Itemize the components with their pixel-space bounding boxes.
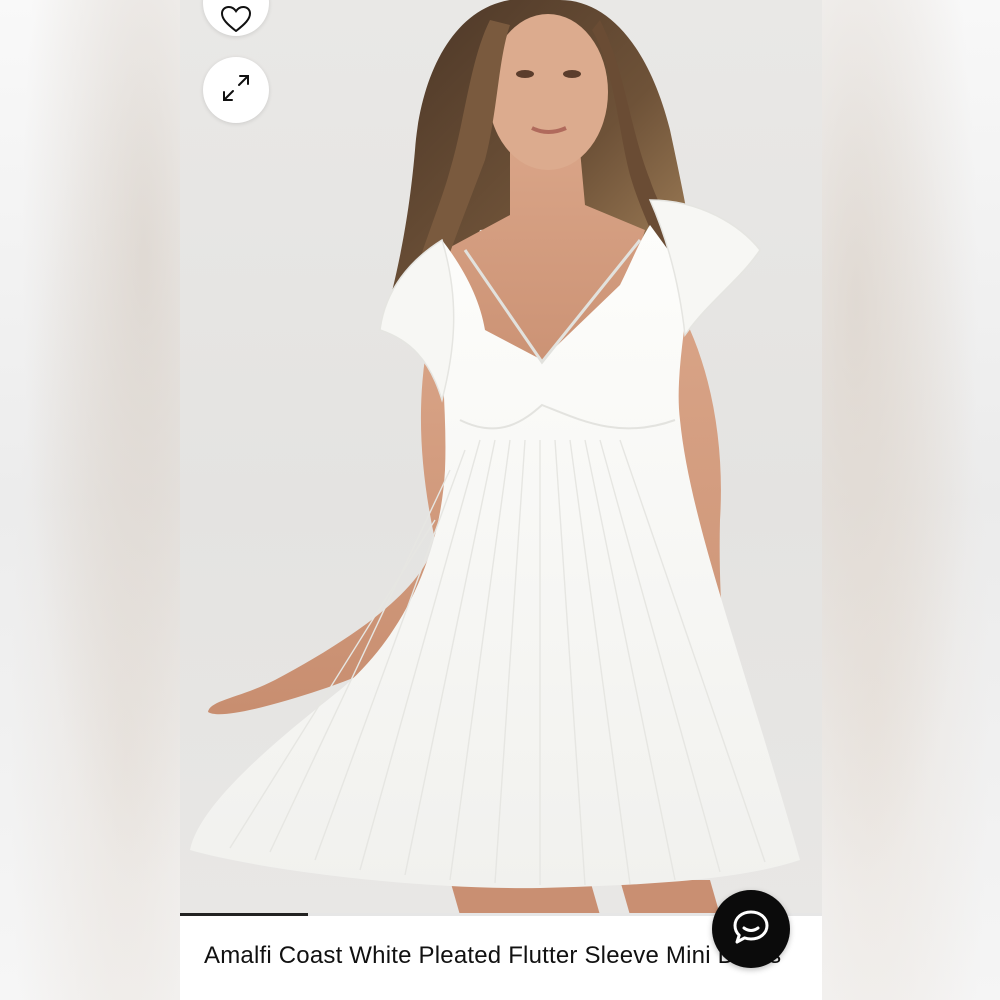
expand-button[interactable] [203,57,269,123]
heart-icon [220,5,252,37]
left-blurred-backdrop [0,0,180,1000]
expand-arrows-icon [220,72,252,109]
chat-bubble-icon [732,909,770,950]
right-blurred-backdrop [820,0,1000,1000]
product-title: Amalfi Coast White Pleated Flutter Sleev… [204,942,782,969]
left-flutter-sleeve [379,238,455,403]
model-illustration [190,0,800,915]
product-page: Amalfi Coast White Pleated Flutter Sleev… [0,0,1000,1000]
chat-button[interactable] [712,890,790,968]
product-photo[interactable] [180,0,822,915]
